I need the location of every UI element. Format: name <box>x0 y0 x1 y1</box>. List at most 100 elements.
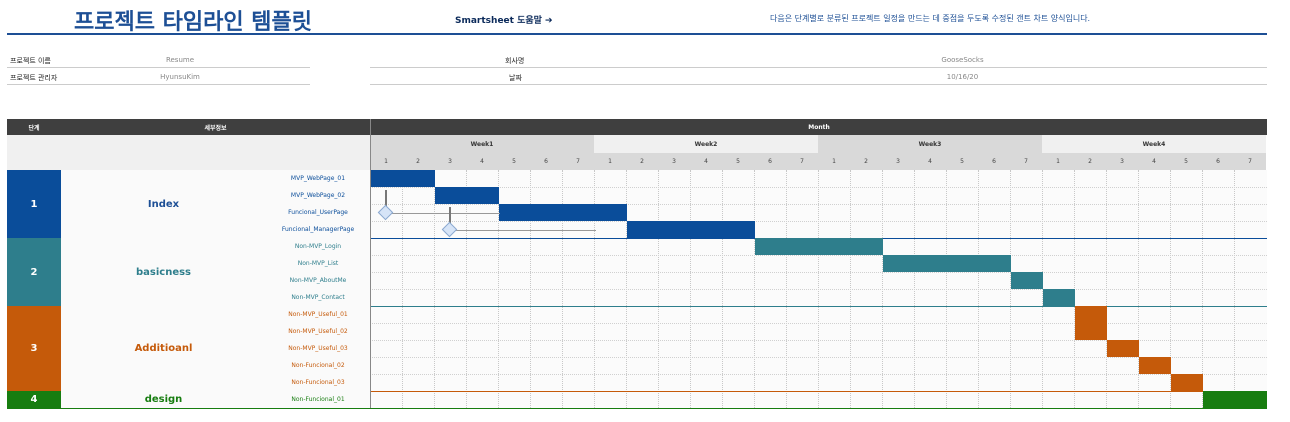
info-divider <box>370 84 1267 85</box>
day-header: 7 <box>562 153 594 170</box>
task-bar[interactable] <box>1075 306 1107 323</box>
day-header: 3 <box>658 153 690 170</box>
page-title: 프로젝트 타임라인 템플릿 <box>74 10 312 35</box>
task-bar[interactable] <box>499 204 627 221</box>
title-underline <box>7 33 1267 35</box>
task-label[interactable]: Non-MVP_Contact <box>266 289 370 306</box>
grid-row-line <box>370 374 1267 375</box>
template-description: 다음은 단계별로 분류된 프로젝트 일정을 만드는 데 중점을 두도록 수정된 … <box>770 14 1091 23</box>
grid-row-line <box>370 187 1267 188</box>
task-label[interactable]: Non-Funcional_03 <box>266 374 370 391</box>
day-header: 2 <box>850 153 882 170</box>
help-link[interactable]: Smartsheet 도움말 ➔ <box>455 13 553 26</box>
grid-row-line <box>370 357 1267 358</box>
day-header: 7 <box>1234 153 1266 170</box>
grid-row-line <box>370 323 1267 324</box>
day-header: 2 <box>1074 153 1106 170</box>
week-header: Week4 <box>1042 135 1266 153</box>
project-name-value[interactable]: Resume <box>130 56 230 64</box>
grid-row-line <box>370 272 1267 273</box>
header-spacer <box>7 135 370 170</box>
task-label[interactable]: MVP_WebPage_02 <box>266 187 370 204</box>
day-header: 4 <box>466 153 498 170</box>
day-header: 3 <box>1106 153 1138 170</box>
task-bar[interactable] <box>1203 391 1267 408</box>
day-header: 5 <box>946 153 978 170</box>
manager-label: 프로젝트 관리자 <box>10 74 58 82</box>
info-divider <box>7 84 310 85</box>
phase-column-header: 단계 <box>7 119 61 135</box>
task-label[interactable]: Non-MVP_Useful_02 <box>266 323 370 340</box>
phase-number: 1 <box>7 170 61 238</box>
day-header: 3 <box>434 153 466 170</box>
task-bar[interactable] <box>435 187 499 204</box>
milestone-connector <box>456 229 596 231</box>
chart-left-border <box>370 119 371 408</box>
phase-name: Index <box>61 170 266 238</box>
task-bar[interactable] <box>1043 289 1075 306</box>
day-header: 7 <box>1010 153 1042 170</box>
day-header: 7 <box>786 153 818 170</box>
day-header: 5 <box>1170 153 1202 170</box>
task-label[interactable]: Non-Funcional_01 <box>266 391 370 408</box>
phase-number: 3 <box>7 306 61 391</box>
project-name-label: 프로젝트 이름 <box>10 57 51 65</box>
task-label[interactable]: MVP_WebPage_01 <box>266 170 370 187</box>
task-bar[interactable] <box>1075 323 1107 340</box>
date-value[interactable]: 10/16/20 <box>900 73 1025 81</box>
week-header: Week2 <box>594 135 818 153</box>
task-label[interactable]: Funcional_UserPage <box>266 204 370 221</box>
day-header: 2 <box>626 153 658 170</box>
task-bar[interactable] <box>883 255 1011 272</box>
day-header: 5 <box>498 153 530 170</box>
manager-value[interactable]: HyunsuKim <box>130 73 230 81</box>
info-divider <box>7 67 310 68</box>
task-label[interactable]: Non-MVP_Useful_03 <box>266 340 370 357</box>
company-label: 회사명 <box>505 57 525 65</box>
day-header: 1 <box>370 153 402 170</box>
phase-number: 2 <box>7 238 61 306</box>
task-bar[interactable] <box>371 170 435 187</box>
task-bar[interactable] <box>755 238 883 255</box>
day-header: 6 <box>978 153 1010 170</box>
day-header: 1 <box>594 153 626 170</box>
task-label[interactable]: Non-MVP_List <box>266 255 370 272</box>
task-bar[interactable] <box>1107 340 1139 357</box>
day-header: 6 <box>530 153 562 170</box>
day-header: 4 <box>690 153 722 170</box>
grid-row-line <box>370 289 1267 290</box>
task-label[interactable]: Non-MVP_Login <box>266 238 370 255</box>
task-label[interactable]: Non-MVP_AboutMe <box>266 272 370 289</box>
phase-separator <box>7 408 1267 409</box>
detail-column-header: 세부정보 <box>61 119 370 135</box>
day-header: 4 <box>1138 153 1170 170</box>
day-header: 2 <box>402 153 434 170</box>
day-header: 1 <box>818 153 850 170</box>
week-header: Week3 <box>818 135 1042 153</box>
month-header: Month <box>371 119 1267 135</box>
info-divider <box>370 67 1267 68</box>
day-header: 1 <box>1042 153 1074 170</box>
day-header: 6 <box>1202 153 1234 170</box>
day-header: 5 <box>722 153 754 170</box>
task-bar[interactable] <box>1011 272 1043 289</box>
day-header: 6 <box>754 153 786 170</box>
grid-row-line <box>370 221 1267 222</box>
phase-name: Additioanl <box>61 306 266 391</box>
task-label[interactable]: Non-MVP_Useful_01 <box>266 306 370 323</box>
week-header: Week1 <box>370 135 594 153</box>
day-header: 4 <box>914 153 946 170</box>
task-label[interactable]: Non-Funcional_02 <box>266 357 370 374</box>
phase-number: 4 <box>7 391 61 408</box>
task-bar[interactable] <box>1171 374 1203 391</box>
milestone-connector <box>392 212 500 214</box>
phase-name: design <box>61 391 266 408</box>
day-header: 3 <box>882 153 914 170</box>
task-bar[interactable] <box>1139 357 1171 374</box>
task-label[interactable]: Funcional_ManagerPage <box>266 221 370 238</box>
grid-row-line <box>370 255 1267 256</box>
phase-name: basicness <box>61 238 266 306</box>
company-value[interactable]: GooseSocks <box>900 56 1025 64</box>
date-label: 날짜 <box>509 74 522 82</box>
task-bar[interactable] <box>627 221 755 238</box>
